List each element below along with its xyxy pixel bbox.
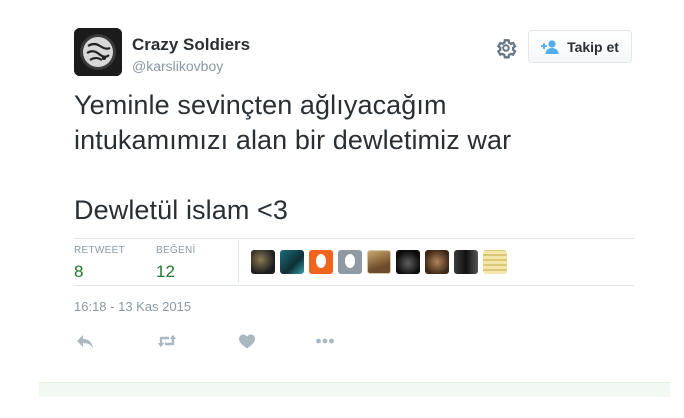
reply-box[interactable]: [39, 382, 670, 397]
follow-button-label: Takip et: [567, 38, 619, 55]
tweet-timestamp[interactable]: 16:18 - 13 Kas 2015: [74, 299, 191, 314]
liker-avatar[interactable]: [396, 250, 420, 274]
liker-avatars: [251, 250, 507, 274]
follow-button[interactable]: Takip et: [528, 30, 632, 63]
user-avatar[interactable]: [74, 28, 122, 76]
avatar-image: [74, 28, 122, 76]
more-dots-icon[interactable]: [314, 330, 336, 352]
reply-icon[interactable]: [74, 330, 96, 352]
user-display-name[interactable]: Crazy Soldiers: [132, 35, 250, 55]
like-count-label: BEĞENİ: [156, 245, 196, 256]
retweet-count-value: 8: [74, 262, 84, 281]
user-screen-name[interactable]: @karslikovboy: [132, 58, 223, 74]
liker-avatar[interactable]: [251, 250, 275, 274]
like-count-value: 12: [156, 262, 175, 281]
liker-avatar[interactable]: [454, 250, 478, 274]
retweet-icon[interactable]: [156, 330, 178, 352]
liker-avatar[interactable]: [338, 250, 362, 274]
liker-avatar[interactable]: [280, 250, 304, 274]
like-count[interactable]: BEĞENİ 12: [156, 245, 196, 282]
follow-person-plus-icon: [541, 39, 559, 54]
heart-icon[interactable]: [236, 330, 258, 352]
stats-divider-top: [74, 238, 634, 239]
stats-divider-bottom: [74, 285, 634, 286]
retweet-count-label: RETWEET: [74, 245, 125, 256]
tweet-text: Yeminle sevinçten ağlıyacağım intukamımı…: [74, 90, 512, 225]
liker-avatar[interactable]: [309, 250, 333, 274]
liker-avatar[interactable]: [367, 250, 391, 274]
liker-avatar[interactable]: [483, 250, 507, 274]
gear-icon[interactable]: [494, 36, 518, 60]
retweet-count[interactable]: RETWEET 8: [74, 245, 125, 282]
stats-separator: [238, 240, 239, 283]
liker-avatar[interactable]: [425, 250, 449, 274]
tweet-card: Crazy Soldiers @karslikovboy Takip et Ye…: [0, 0, 684, 418]
